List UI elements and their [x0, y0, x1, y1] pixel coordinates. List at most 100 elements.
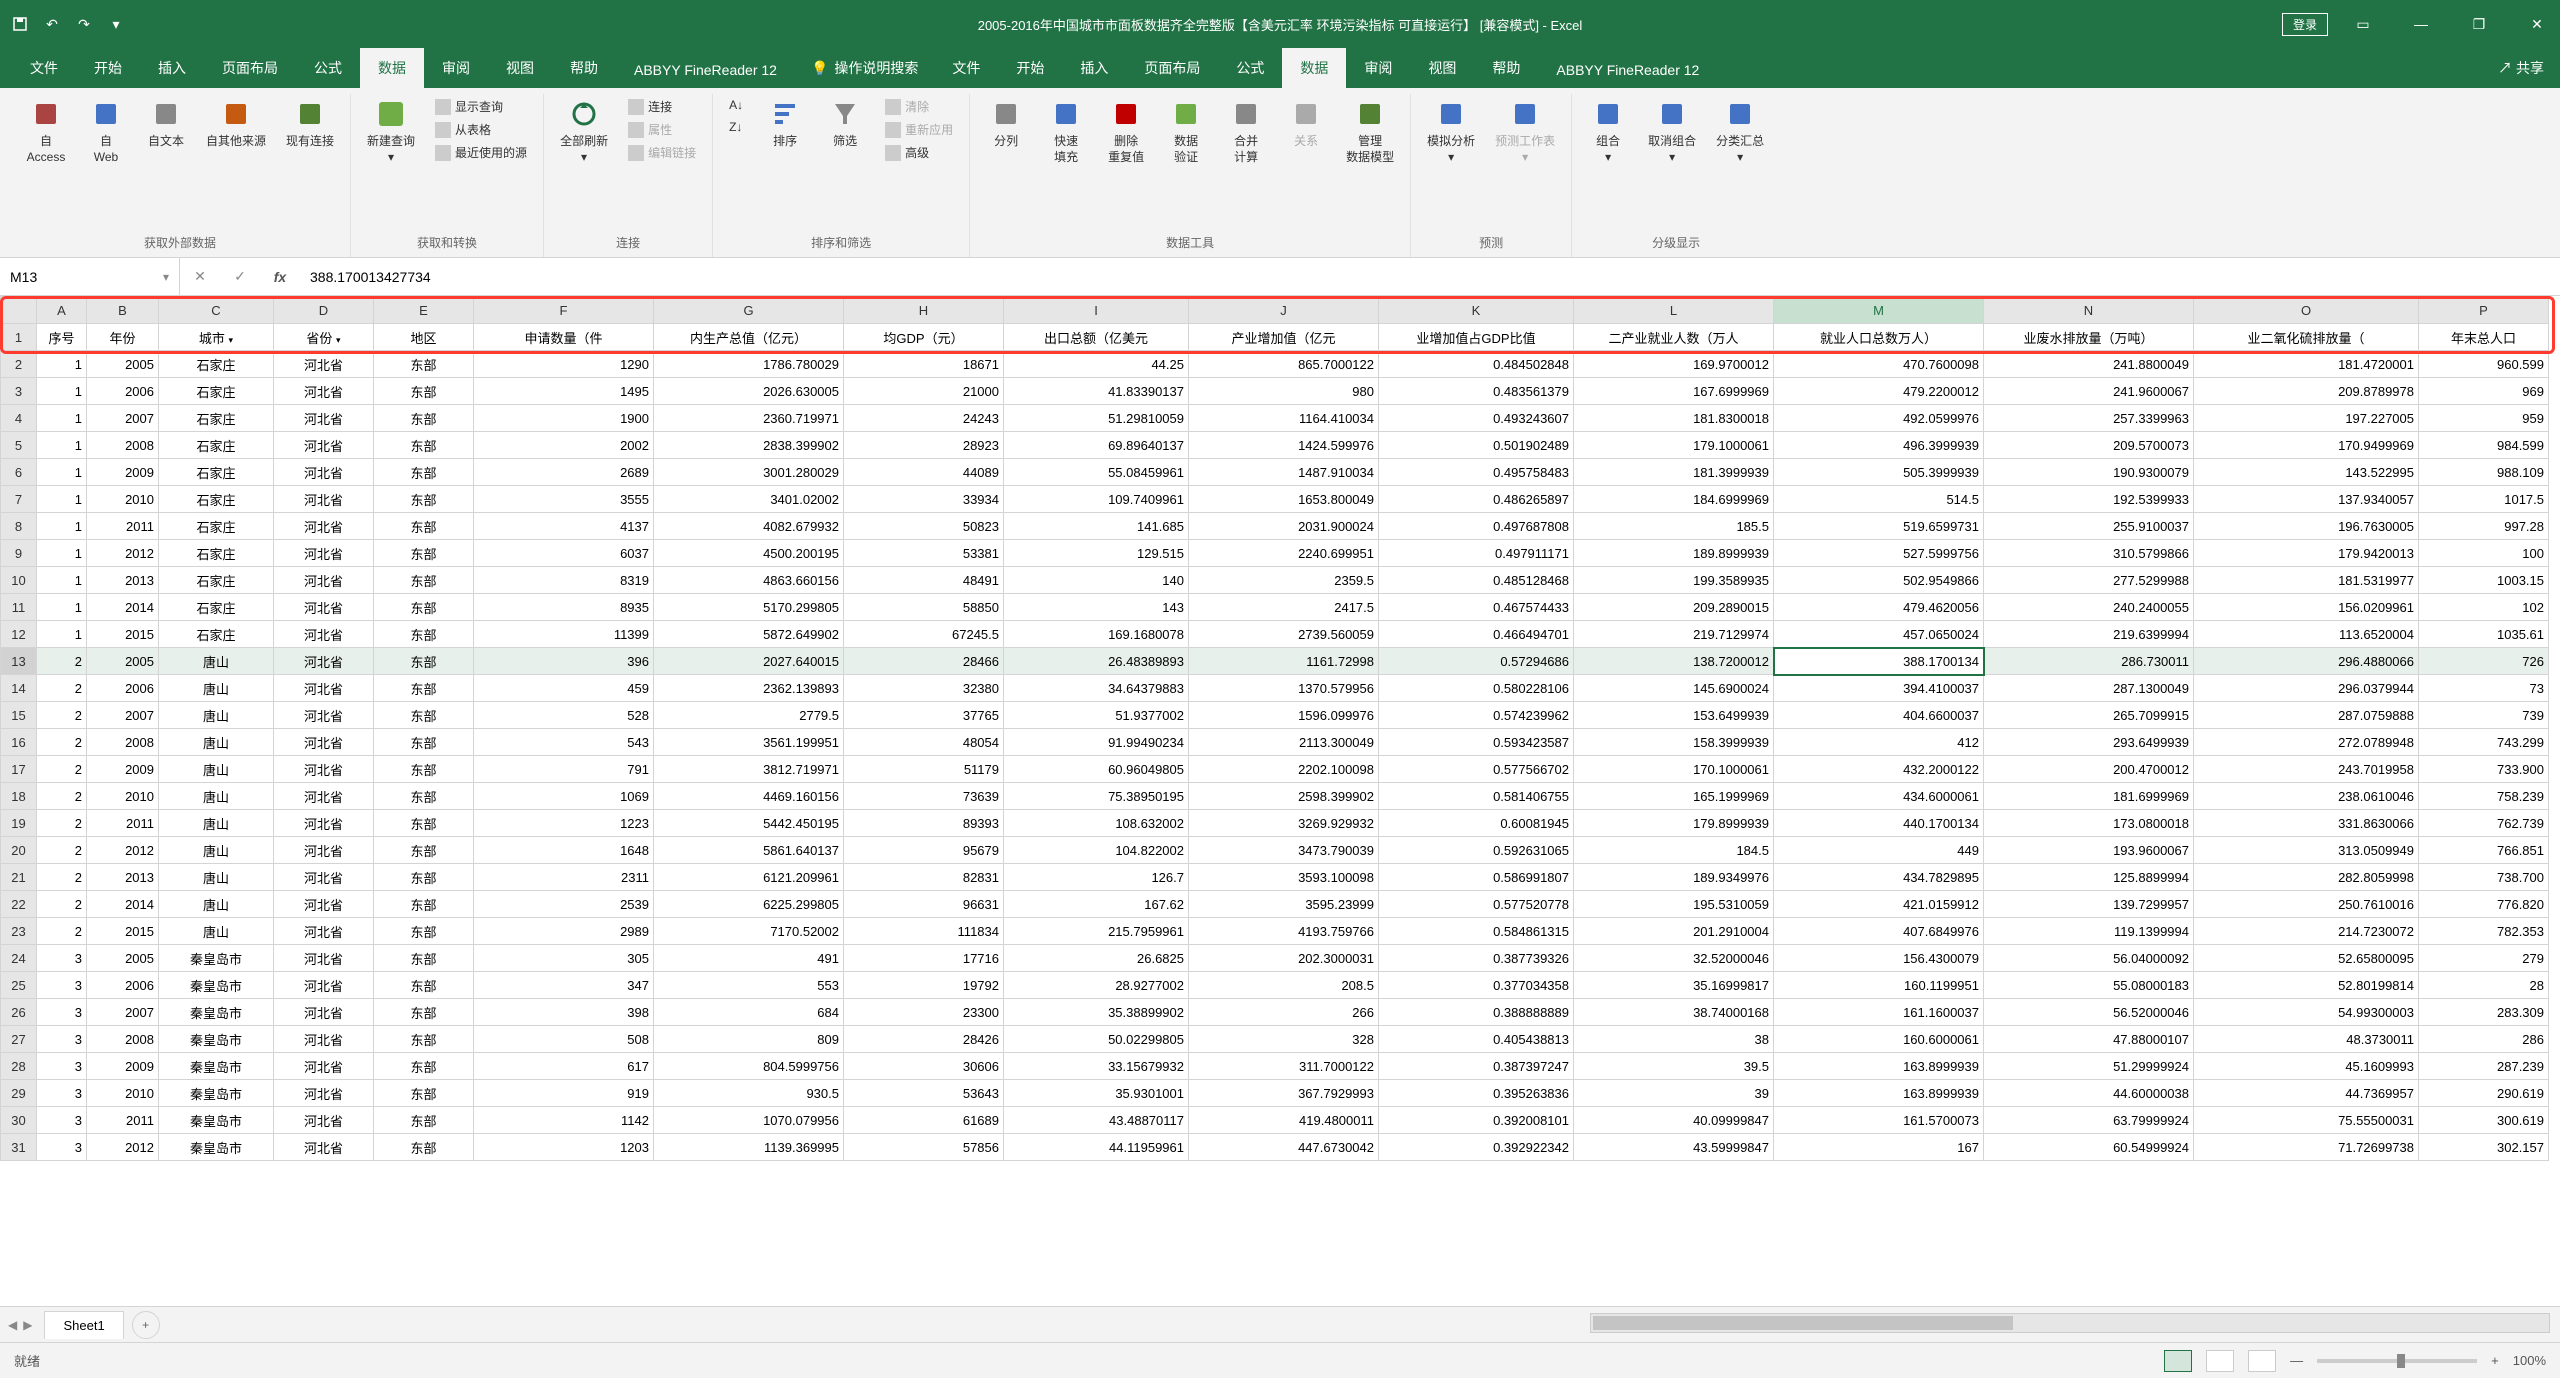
add-sheet-button[interactable]: + [132, 1311, 160, 1339]
cell[interactable]: 1786.780029 [654, 351, 844, 378]
view-layout-button[interactable] [2206, 1350, 2234, 1372]
cell[interactable]: 153.6499939 [1574, 702, 1774, 729]
cell[interactable]: 287.0759888 [2194, 702, 2419, 729]
cell[interactable]: 104.822002 [1004, 837, 1189, 864]
cell[interactable]: 170.1000061 [1574, 756, 1774, 783]
column-header[interactable]: L [1574, 297, 1774, 324]
cell[interactable]: 河北省 [274, 999, 374, 1026]
cell[interactable]: 2010 [87, 1080, 159, 1107]
cell[interactable]: 东部 [374, 702, 474, 729]
cell[interactable]: 367.7929993 [1189, 1080, 1379, 1107]
row-header[interactable]: 18 [1, 783, 37, 810]
cell[interactable]: 7170.52002 [654, 918, 844, 945]
save-icon[interactable] [8, 12, 32, 36]
cell[interactable]: 0.497911171 [1379, 540, 1574, 567]
cell[interactable]: 960.599 [2419, 351, 2549, 378]
formula-input[interactable] [300, 269, 2560, 285]
cell[interactable]: 44089 [844, 459, 1004, 486]
cell[interactable]: 3595.23999 [1189, 891, 1379, 918]
cell[interactable]: 39.5 [1574, 1053, 1774, 1080]
column-header[interactable]: O [2194, 297, 2419, 324]
cell[interactable]: 2362.139893 [654, 675, 844, 702]
cell[interactable]: 738.700 [2419, 864, 2549, 891]
row-header[interactable]: 23 [1, 918, 37, 945]
cell[interactable]: 河北省 [274, 1080, 374, 1107]
cell[interactable]: 257.3399963 [1984, 405, 2194, 432]
ribbon-button[interactable]: 快速填充 [1038, 94, 1094, 169]
cell[interactable]: 0.495758483 [1379, 459, 1574, 486]
cell[interactable]: 479.4620056 [1774, 594, 1984, 621]
ribbon-subitem[interactable]: 属性 [624, 119, 700, 140]
cell[interactable]: 东部 [374, 1080, 474, 1107]
cell[interactable]: 71.72699738 [2194, 1134, 2419, 1161]
cell[interactable]: 河北省 [274, 378, 374, 405]
cell[interactable]: 2359.5 [1189, 567, 1379, 594]
cell[interactable]: 286 [2419, 1026, 2549, 1053]
zoom-out-button[interactable]: — [2290, 1353, 2303, 1368]
cell[interactable]: 2 [37, 837, 87, 864]
cell[interactable]: 2 [37, 702, 87, 729]
ribbon-button[interactable]: 自Web [78, 94, 134, 169]
ribbon-subitem[interactable]: 最近使用的源 [431, 142, 531, 163]
cell[interactable]: 1161.72998 [1189, 648, 1379, 675]
view-pagebreak-button[interactable] [2248, 1350, 2276, 1372]
cell[interactable]: 51.29999924 [1984, 1053, 2194, 1080]
header-cell[interactable]: 地区 [374, 324, 474, 351]
cell[interactable]: 202.3000031 [1189, 945, 1379, 972]
cell[interactable]: 河北省 [274, 702, 374, 729]
cell[interactable]: 1 [37, 594, 87, 621]
share-button[interactable]: ↗ 共享 [2498, 48, 2544, 88]
undo-icon[interactable]: ↶ [40, 12, 64, 36]
cell[interactable]: 秦皇岛市 [159, 1053, 274, 1080]
cell[interactable]: 491 [654, 945, 844, 972]
cell[interactable]: 45.1609993 [2194, 1053, 2419, 1080]
cell[interactable]: 0.405438813 [1379, 1026, 1574, 1053]
row-header[interactable]: 24 [1, 945, 37, 972]
cell[interactable]: 4193.759766 [1189, 918, 1379, 945]
cell[interactable]: 2 [37, 810, 87, 837]
cell[interactable]: 2009 [87, 1053, 159, 1080]
cell[interactable]: 192.5399933 [1984, 486, 2194, 513]
cell[interactable]: 100 [2419, 540, 2549, 567]
tab-视图[interactable]: 视图 [1410, 48, 1474, 88]
cell[interactable]: 514.5 [1774, 486, 1984, 513]
cell[interactable]: 119.1399994 [1984, 918, 2194, 945]
cell[interactable]: 195.5310059 [1574, 891, 1774, 918]
tab-视图[interactable]: 视图 [488, 48, 552, 88]
row-header[interactable]: 6 [1, 459, 37, 486]
cell[interactable]: 35.9301001 [1004, 1080, 1189, 1107]
cell[interactable]: 102 [2419, 594, 2549, 621]
cell[interactable]: 3593.100098 [1189, 864, 1379, 891]
cell[interactable]: 143 [1004, 594, 1189, 621]
cell[interactable]: 2008 [87, 729, 159, 756]
ribbon-button[interactable]: 预测工作表▾ [1487, 94, 1563, 169]
cell[interactable]: 2 [37, 675, 87, 702]
cell[interactable]: 1003.15 [2419, 567, 2549, 594]
tab-插入[interactable]: 插入 [140, 48, 204, 88]
cell[interactable]: 181.4720001 [2194, 351, 2419, 378]
cell[interactable]: 东部 [374, 1134, 474, 1161]
cell[interactable]: 河北省 [274, 891, 374, 918]
row-header[interactable]: 28 [1, 1053, 37, 1080]
tab-公式[interactable]: 公式 [296, 48, 360, 88]
ribbon-button[interactable]: 自Access [18, 94, 74, 169]
row-header[interactable]: 22 [1, 891, 37, 918]
cell[interactable]: 48491 [844, 567, 1004, 594]
cell[interactable]: 2006 [87, 378, 159, 405]
header-cell[interactable]: 业二氧化硫排放量（ [2194, 324, 2419, 351]
cell[interactable]: 328 [1189, 1026, 1379, 1053]
cell[interactable]: 32380 [844, 675, 1004, 702]
cell[interactable]: 241.9600067 [1984, 378, 2194, 405]
row-header[interactable]: 19 [1, 810, 37, 837]
cell[interactable]: 3001.280029 [654, 459, 844, 486]
cell[interactable]: 388.1700134 [1774, 648, 1984, 675]
cell[interactable]: 60.54999924 [1984, 1134, 2194, 1161]
cell[interactable]: 8319 [474, 567, 654, 594]
cell[interactable]: 东部 [374, 675, 474, 702]
cell[interactable]: 河北省 [274, 756, 374, 783]
column-header[interactable]: P [2419, 297, 2549, 324]
cell[interactable]: 0.493243607 [1379, 405, 1574, 432]
name-box[interactable]: ▾ [0, 258, 180, 295]
cell[interactable]: 35.16999817 [1574, 972, 1774, 999]
cell[interactable]: 60.96049805 [1004, 756, 1189, 783]
